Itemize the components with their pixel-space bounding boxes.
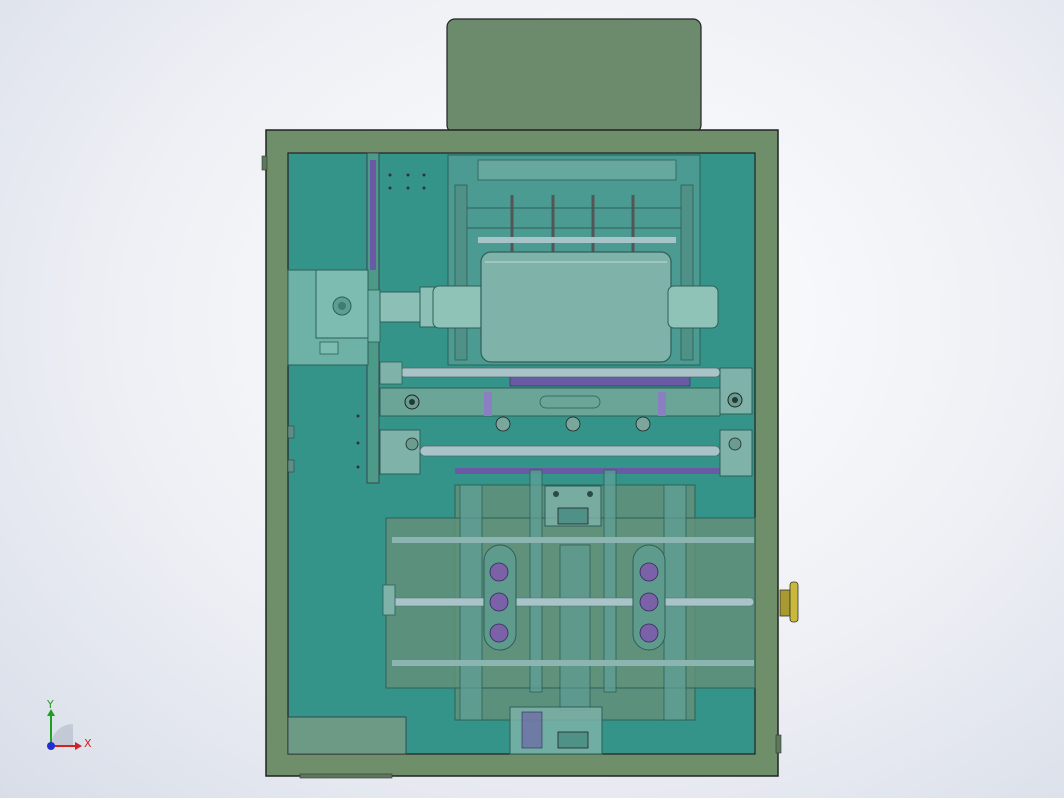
side-knob[interactable] bbox=[779, 581, 799, 623]
left-roller-group[interactable] bbox=[483, 544, 517, 651]
x-axis-arrow bbox=[75, 742, 82, 750]
top-motor-box[interactable] bbox=[446, 18, 702, 134]
right-roller-group[interactable] bbox=[632, 544, 666, 651]
cad-viewport[interactable]: X Y bbox=[0, 0, 1064, 798]
lower-clamp[interactable] bbox=[509, 706, 603, 755]
upper-clamp[interactable] bbox=[544, 485, 602, 527]
z-axis-dot bbox=[47, 742, 55, 750]
gearbox-block[interactable] bbox=[287, 269, 381, 366]
x-axis-label: X bbox=[84, 737, 92, 750]
coordinate-triad: X Y bbox=[46, 698, 92, 750]
y-axis-label: Y bbox=[46, 698, 54, 711]
